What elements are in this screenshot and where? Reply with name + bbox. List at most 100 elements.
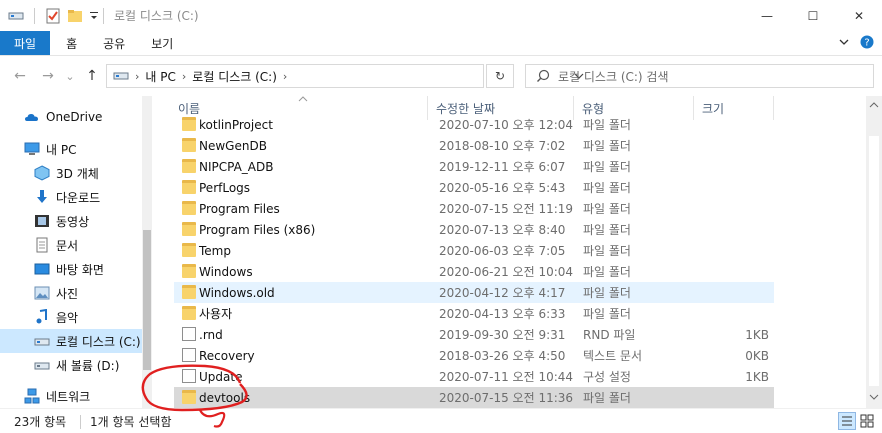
file-list-scrollbar-thumb[interactable] bbox=[869, 136, 879, 386]
scroll-up-icon[interactable] bbox=[866, 98, 882, 112]
file-row[interactable]: Windows.old 2020-04-12 오후 4:17 파일 폴더 bbox=[174, 282, 774, 303]
network-icon bbox=[24, 388, 40, 404]
file-row[interactable]: NIPCPA_ADB 2019-12-11 오후 6:07 파일 폴더 bbox=[174, 156, 774, 177]
file-list-scrollbar[interactable] bbox=[866, 96, 882, 408]
customize-toolbar-icon[interactable] bbox=[89, 8, 99, 24]
file-row[interactable]: kotlinProject 2020-07-10 오후 12:04 파일 폴더 bbox=[174, 114, 774, 135]
tab-view[interactable]: 보기 bbox=[138, 31, 186, 55]
sidebar-item-label: 사진 bbox=[56, 286, 79, 301]
folder-icon bbox=[182, 138, 196, 152]
tab-home[interactable]: 홈 bbox=[50, 31, 90, 55]
sidebar-item-documents[interactable]: 문서 bbox=[0, 233, 142, 257]
forward-button[interactable]: → bbox=[37, 68, 59, 84]
file-row[interactable]: Program Files (x86) 2020-07-13 오후 8:40 파일 … bbox=[174, 219, 774, 240]
sidebar-item-pictures[interactable]: 사진 bbox=[0, 281, 142, 305]
file-type: 파일 폴더 bbox=[583, 202, 631, 216]
sidebar-item-volume-d[interactable]: 새 볼륨 (D:) bbox=[0, 353, 142, 377]
breadcrumb-this-pc[interactable]: 내 PC bbox=[145, 68, 175, 85]
sidebar-scrollbar[interactable] bbox=[142, 96, 152, 408]
file-row[interactable]: Temp 2020-06-03 오후 7:05 파일 폴더 bbox=[174, 240, 774, 261]
sidebar-item-label: 네트워크 bbox=[46, 389, 91, 404]
config-file-icon bbox=[182, 369, 196, 383]
drive-icon bbox=[34, 362, 50, 370]
details-view-button[interactable] bbox=[838, 412, 856, 430]
new-folder-icon[interactable] bbox=[67, 8, 83, 24]
sort-ascending-icon bbox=[298, 96, 308, 102]
drive-icon bbox=[113, 72, 129, 80]
expand-ribbon-icon[interactable] bbox=[838, 36, 850, 48]
folder-icon bbox=[182, 201, 196, 215]
sidebar-item-downloads[interactable]: 다운로드 bbox=[0, 185, 142, 209]
breadcrumb-local-disk[interactable]: 로컬 디스크 (C:) bbox=[192, 68, 277, 85]
breadcrumb-separator[interactable]: › bbox=[135, 70, 139, 83]
large-icons-view-button[interactable] bbox=[858, 412, 876, 430]
tab-file[interactable]: 파일 bbox=[0, 31, 51, 55]
help-icon[interactable]: ? bbox=[860, 35, 874, 49]
sidebar-scrollbar-thumb[interactable] bbox=[143, 230, 151, 370]
file-row[interactable]: devtools 2020-07-15 오전 11:36 파일 폴더 bbox=[174, 387, 774, 408]
navigation-bar: ← → ⌄ ↑ › 내 PC › 로컬 디스크 (C:) › ↻ 로컬 디스크 … bbox=[0, 56, 882, 96]
file-size: 0KB bbox=[745, 348, 769, 363]
sidebar-item-3d-objects[interactable]: 3D 개체 bbox=[0, 161, 142, 185]
search-placeholder: 로컬 디스크 (C:) 검색 bbox=[558, 69, 669, 84]
sidebar-item-onedrive[interactable]: OneDrive bbox=[0, 105, 142, 129]
title-bar: 로컬 디스크 (C:) — ☐ ✕ bbox=[0, 0, 882, 31]
file-date: 2020-05-16 오후 5:43 bbox=[439, 181, 566, 195]
minimize-button[interactable]: — bbox=[744, 0, 790, 31]
file-type: 파일 폴더 bbox=[583, 181, 631, 195]
file-row[interactable]: NewGenDB 2018-08-10 오후 7:02 파일 폴더 bbox=[174, 135, 774, 156]
sidebar-item-this-pc[interactable]: 내 PC bbox=[0, 137, 142, 161]
drive-icon bbox=[34, 338, 50, 346]
file-row[interactable]: Recovery 2018-03-26 오후 4:50 텍스트 문서 0KB bbox=[174, 345, 774, 366]
file-date: 2020-07-15 오전 11:19 bbox=[439, 202, 574, 216]
file-name: PerfLogs bbox=[199, 180, 251, 195]
sidebar-item-desktop[interactable]: 바탕 화면 bbox=[0, 257, 142, 281]
address-bar[interactable]: › 내 PC › 로컬 디스크 (C:) › bbox=[106, 64, 584, 88]
file-row[interactable]: PerfLogs 2020-05-16 오후 5:43 파일 폴더 bbox=[174, 177, 774, 198]
sidebar-item-music[interactable]: 음악 bbox=[0, 305, 142, 329]
sidebar-item-label: 새 볼륨 (D:) bbox=[56, 358, 120, 373]
file-name: Program Files (x86) bbox=[199, 222, 316, 237]
folder-icon bbox=[182, 306, 196, 320]
file-row[interactable]: Windows 2020-06-21 오전 10:04 파일 폴더 bbox=[174, 261, 774, 282]
sidebar-item-label: 음악 bbox=[56, 310, 79, 325]
breadcrumb-separator[interactable]: › bbox=[182, 70, 186, 83]
file-row[interactable]: Update 2020-07-11 오전 10:44 구성 설정 1KB bbox=[174, 366, 774, 387]
folder-icon bbox=[182, 222, 196, 236]
file-icon bbox=[182, 348, 196, 362]
recent-locations-button[interactable]: ⌄ bbox=[59, 70, 81, 83]
up-button[interactable]: ↑ bbox=[81, 68, 103, 84]
file-type: 파일 폴더 bbox=[583, 265, 631, 279]
file-row[interactable]: .rnd 2019-09-30 오전 9:31 RND 파일 1KB bbox=[174, 324, 774, 345]
sidebar-item-videos[interactable]: 동영상 bbox=[0, 209, 142, 233]
file-date: 2020-06-03 오후 7:05 bbox=[439, 244, 566, 258]
refresh-button[interactable]: ↻ bbox=[486, 64, 514, 88]
file-name: Windows.old bbox=[199, 285, 275, 300]
sidebar-item-local-disk-c[interactable]: 로컬 디스크 (C:) bbox=[0, 329, 142, 353]
file-name: Temp bbox=[199, 243, 231, 258]
file-date: 2019-09-30 오전 9:31 bbox=[439, 328, 566, 342]
maximize-button[interactable]: ☐ bbox=[790, 0, 836, 31]
sidebar-item-label: 로컬 디스크 (C:) bbox=[56, 334, 141, 349]
file-row[interactable]: Program Files 2020-07-15 오전 11:19 파일 폴더 bbox=[174, 198, 774, 219]
sidebar-item-label: 3D 개체 bbox=[56, 166, 99, 181]
close-button[interactable]: ✕ bbox=[836, 0, 882, 31]
svg-text:?: ? bbox=[864, 38, 869, 49]
sidebar-item-network[interactable]: 네트워크 bbox=[0, 384, 142, 408]
download-icon bbox=[37, 190, 47, 203]
search-input[interactable]: 로컬 디스크 (C:) 검색 bbox=[525, 64, 874, 88]
details-view-icon bbox=[842, 416, 852, 426]
file-row[interactable]: 사용자 2020-04-13 오후 6:33 파일 폴더 bbox=[174, 303, 774, 324]
back-button[interactable]: ← bbox=[9, 68, 31, 84]
toolbar-divider bbox=[34, 7, 35, 24]
tab-share[interactable]: 공유 bbox=[90, 31, 138, 55]
folder-icon bbox=[182, 117, 196, 131]
large-icons-view-icon bbox=[860, 414, 874, 428]
picture-icon bbox=[34, 286, 50, 300]
folder-icon bbox=[182, 180, 196, 194]
scroll-down-icon[interactable] bbox=[866, 390, 882, 404]
breadcrumb-separator[interactable]: › bbox=[283, 70, 287, 83]
title-divider bbox=[103, 7, 104, 24]
properties-icon[interactable] bbox=[45, 8, 61, 24]
file-name: .rnd bbox=[199, 327, 223, 342]
